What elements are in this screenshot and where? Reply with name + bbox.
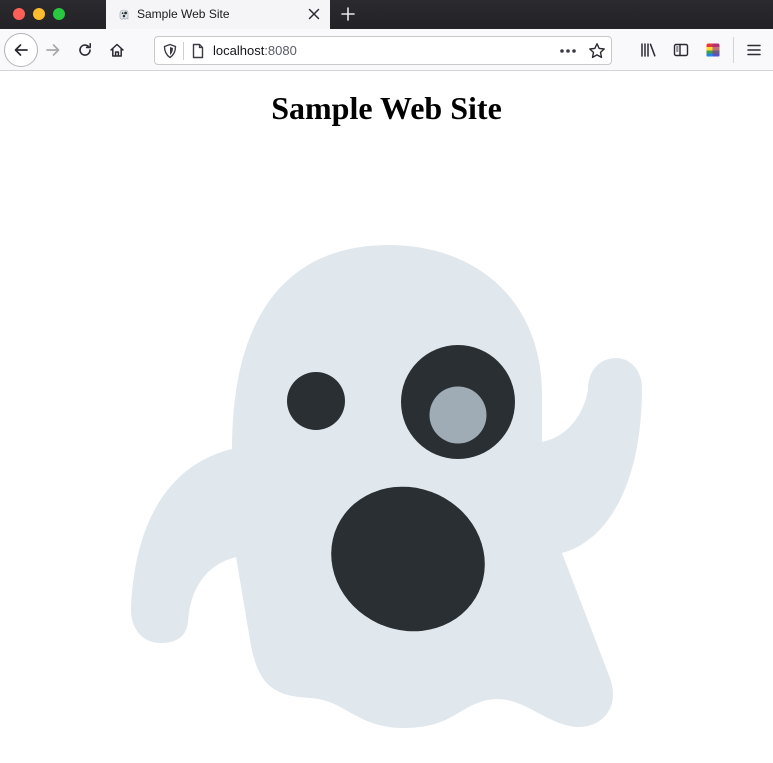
page-actions-icon[interactable] xyxy=(557,42,579,60)
hamburger-menu-icon xyxy=(747,44,761,56)
url-text[interactable]: localhost:8080 xyxy=(213,43,297,58)
forward-button[interactable] xyxy=(37,34,69,66)
back-arrow-icon xyxy=(14,44,28,56)
back-button[interactable] xyxy=(4,33,38,67)
close-icon[interactable] xyxy=(306,6,322,22)
page-info-icon[interactable] xyxy=(190,43,206,59)
tab-strip: Sample Web Site xyxy=(0,0,773,29)
plus-icon xyxy=(341,7,355,21)
page-content: Sample Web Site xyxy=(0,71,773,763)
sidebar-button[interactable] xyxy=(665,34,697,66)
ghost-icon xyxy=(130,245,643,728)
sidebar-icon xyxy=(673,43,689,57)
toolbar-divider xyxy=(733,37,734,63)
new-tab-button[interactable] xyxy=(338,4,358,24)
reload-icon xyxy=(79,43,91,56)
url-bar[interactable]: localhost:8080 xyxy=(154,36,612,65)
close-window-button[interactable] xyxy=(13,8,25,20)
menu-button[interactable] xyxy=(738,34,770,66)
forward-arrow-icon xyxy=(46,44,60,56)
tab-title: Sample Web Site xyxy=(137,7,230,21)
minimize-window-button[interactable] xyxy=(33,8,45,20)
zoom-window-button[interactable] xyxy=(53,8,65,20)
ghost-right-pupil xyxy=(429,386,487,444)
url-divider xyxy=(183,42,184,60)
home-button[interactable] xyxy=(101,34,133,66)
ghost-emoji-image xyxy=(130,245,643,728)
home-icon xyxy=(110,43,124,57)
ghost-icon xyxy=(117,7,131,21)
extension-button[interactable] xyxy=(697,34,729,66)
url-host: localhost xyxy=(213,43,265,58)
active-tab[interactable]: Sample Web Site xyxy=(106,0,330,29)
ghost-body xyxy=(130,245,643,728)
library-button[interactable] xyxy=(633,34,665,66)
bookmark-star-icon[interactable] xyxy=(587,41,607,61)
navigation-toolbar: localhost:8080 xyxy=(0,29,773,71)
library-icon xyxy=(641,43,656,57)
reload-button[interactable] xyxy=(69,34,101,66)
tracking-shield-icon[interactable] xyxy=(162,43,178,59)
ghost-left-eye xyxy=(287,372,345,430)
extension-icon xyxy=(706,43,720,57)
url-port: :8080 xyxy=(264,43,297,58)
